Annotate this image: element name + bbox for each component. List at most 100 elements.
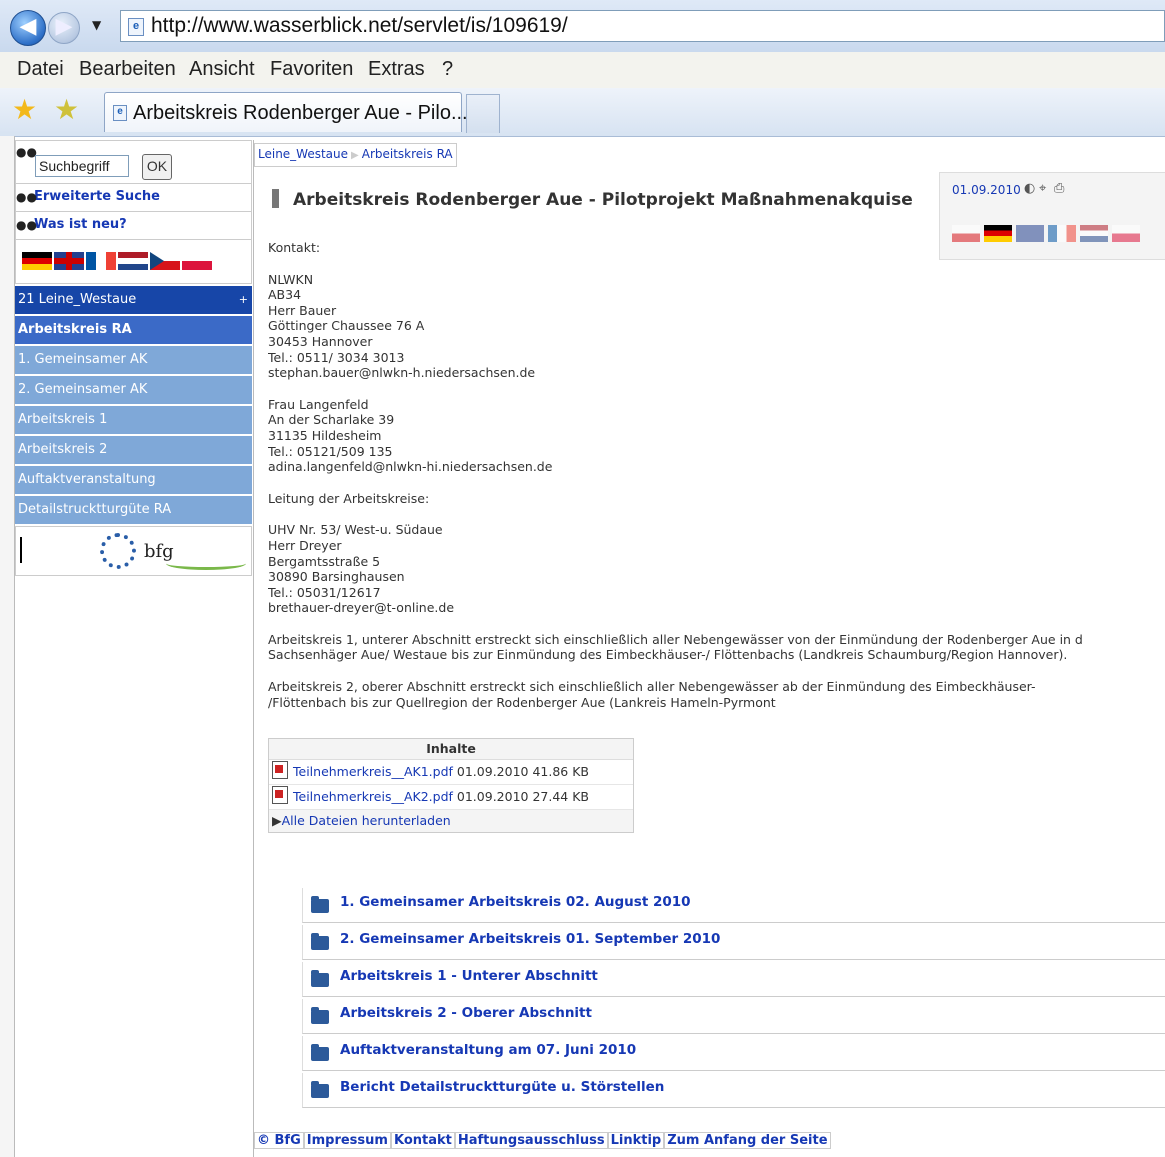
- folder-label: Auftaktveranstaltung am 07. Juni 2010: [340, 1042, 637, 1058]
- file-date: 01.09.2010: [456, 764, 529, 779]
- contact-line: 30890 Barsinghausen: [268, 569, 405, 585]
- left-frame: [0, 136, 15, 1157]
- polish-flag-icon[interactable]: [182, 252, 212, 270]
- browser-tab[interactable]: e Arbeitskreis Rodenberger Aue - Pilo...: [104, 92, 468, 132]
- nav-detailstruckturguete[interactable]: Detailstrucktturgüte RA: [15, 496, 252, 524]
- flussgebiet-logo[interactable]: [100, 533, 136, 569]
- folder-item[interactable]: Arbeitskreis 1 - Unterer Abschnitt: [302, 962, 1165, 997]
- paragraph-line: Sachsenhäger Aue/ Westaue bis zur Einmün…: [268, 647, 1068, 663]
- folder-icon: [311, 933, 329, 950]
- back-button[interactable]: ◀: [10, 10, 46, 46]
- advanced-search-label: Erweiterte Suche: [34, 189, 160, 204]
- file-row: Teilnehmerkreis__AK1.pdf 01.09.2010 41.8…: [269, 760, 633, 785]
- menu-edit[interactable]: Bearbeiten: [79, 58, 176, 81]
- footer-haftung-link[interactable]: Haftungsausschluss: [454, 1132, 608, 1149]
- page-icon: e: [128, 18, 144, 36]
- nav-gemeinsamer-ak-1[interactable]: 1. Gemeinsamer AK: [15, 346, 252, 374]
- contact-line: 30453 Hannover: [268, 333, 373, 349]
- czech-flag-icon[interactable]: [150, 252, 180, 270]
- menu-help[interactable]: ?: [442, 58, 453, 81]
- menu-tools[interactable]: Extras: [368, 58, 425, 81]
- file-size: 41.86 KB: [532, 764, 589, 779]
- search-ok-button[interactable]: OK: [142, 154, 172, 180]
- paragraph-ak2: Arbeitskreis 2, oberer Abschnitt erstrec…: [268, 679, 1165, 710]
- download-all-link[interactable]: Alle Dateien herunterladen: [282, 813, 451, 828]
- folder-item[interactable]: Auftaktveranstaltung am 07. Juni 2010: [302, 1036, 1165, 1071]
- file-link[interactable]: Teilnehmerkreis__AK2.pdf: [293, 789, 453, 804]
- address-bar[interactable]: e http://www.wasserblick.net/servlet/is/…: [120, 10, 1165, 42]
- ministry-logo[interactable]: [20, 537, 92, 563]
- nav-gemeinsamer-ak-2[interactable]: 2. Gemeinsamer AK: [15, 376, 252, 404]
- contact-line: Frau Langenfeld: [268, 396, 369, 412]
- footer-kontakt-link[interactable]: Kontakt: [390, 1132, 455, 1149]
- file-size: 27.44 KB: [532, 789, 589, 804]
- binoculars-icon: ●●: [16, 145, 37, 159]
- advanced-search-link[interactable]: ●● Erweiterte Suche: [15, 184, 252, 212]
- audio-icon[interactable]: ◐: [1024, 181, 1035, 196]
- bookmark-icon[interactable]: ⌖: [1039, 181, 1046, 196]
- page-body: Kontakt: NLWKN AB34 Herr Bauer Göttinger…: [268, 240, 1165, 726]
- pdf-icon: [272, 786, 288, 804]
- add-favorite-star-icon[interactable]: ★: [54, 96, 79, 124]
- dutch-flag-icon[interactable]: [118, 252, 148, 270]
- nav-auftaktveranstaltung[interactable]: Auftaktveranstaltung: [15, 466, 252, 494]
- folder-icon: [311, 970, 329, 987]
- french-flag-icon[interactable]: [86, 252, 116, 270]
- folder-label: 2. Gemeinsamer Arbeitskreis 01. Septembe…: [340, 931, 721, 947]
- folder-icon: [311, 896, 329, 913]
- breadcrumb-arbeitskreis-ra[interactable]: Arbeitskreis RA: [359, 147, 456, 161]
- address-toolbar: ◀ ▶ ▼ e http://www.wasserblick.net/servl…: [0, 0, 1165, 53]
- nav-arbeitskreis-1[interactable]: Arbeitskreis 1: [15, 406, 252, 434]
- menu-favorites[interactable]: Favoriten: [270, 58, 353, 81]
- page-title: Arbeitskreis Rodenberger Aue - Pilotproj…: [272, 189, 913, 210]
- contact-line: Bergamtsstraße 5: [268, 553, 381, 569]
- file-link[interactable]: Teilnehmerkreis__AK1.pdf: [293, 764, 453, 779]
- footer-top-link[interactable]: Zum Anfang der Seite: [664, 1132, 831, 1149]
- files-header: Inhalte: [269, 739, 633, 760]
- url-text: http://www.wasserblick.net/servlet/is/10…: [151, 14, 568, 37]
- contact-email: adina.langenfeld@nlwkn-hi.niedersachsen.…: [268, 459, 553, 475]
- nav-leine-westaue[interactable]: 21 Leine_Westaue +: [15, 286, 252, 314]
- search-input[interactable]: Suchbegriff: [35, 155, 129, 177]
- contact-email: stephan.bauer@nlwkn-h.niedersachsen.de: [268, 365, 536, 381]
- folder-icon: [311, 1081, 329, 1098]
- folder-icon: [311, 1007, 329, 1024]
- bfg-wave-icon: [166, 557, 246, 570]
- search-box: ●● Suchbegriff OK: [15, 140, 252, 184]
- binoculars-icon: ●●: [16, 218, 37, 232]
- print-icon[interactable]: ⎙: [1054, 181, 1064, 196]
- menu-bar: Datei Bearbeiten Ansicht Favoriten Extra…: [0, 52, 1165, 89]
- nav-arbeitskreis-ra[interactable]: Arbeitskreis RA: [15, 316, 252, 344]
- footer-linktip-link[interactable]: Linktip: [607, 1132, 665, 1149]
- contact-dreyer: UHV Nr. 53/ West-u. Südaue Herr Dreyer B…: [268, 522, 1165, 616]
- breadcrumb-separator-icon: ▶: [351, 150, 359, 161]
- breadcrumb-leine-westaue[interactable]: Leine_Westaue: [255, 147, 351, 161]
- contact-nlwkn-bauer: NLWKN AB34 Herr Bauer Göttinger Chaussee…: [268, 272, 1165, 381]
- menu-view[interactable]: Ansicht: [189, 58, 255, 81]
- folder-label: Bericht Detailstrucktturgüte u. Störstel…: [340, 1079, 665, 1095]
- folder-item[interactable]: Bericht Detailstrucktturgüte u. Störstel…: [302, 1073, 1165, 1108]
- german-flag-icon[interactable]: [22, 252, 52, 270]
- contact-line: Tel.: 05121/509 135: [268, 443, 393, 459]
- new-tab-button[interactable]: [466, 94, 500, 133]
- folder-label: Arbeitskreis 2 - Oberer Abschnitt: [340, 1005, 592, 1021]
- sidebar: ●● Suchbegriff OK ●● Erweiterte Suche ●●…: [15, 140, 252, 576]
- page-title-text: Arbeitskreis Rodenberger Aue - Pilotproj…: [293, 190, 913, 210]
- folder-item[interactable]: Arbeitskreis 2 - Oberer Abschnitt: [302, 999, 1165, 1034]
- whats-new-link[interactable]: ●● Was ist neu?: [15, 212, 252, 240]
- footer-bfg-link[interactable]: © BfG: [254, 1132, 304, 1149]
- expand-plus-icon[interactable]: +: [239, 286, 248, 314]
- folder-item[interactable]: 2. Gemeinsamer Arbeitskreis 01. Septembe…: [302, 925, 1165, 960]
- uk-flag-icon[interactable]: [54, 252, 84, 270]
- favorites-star-icon[interactable]: ★: [12, 96, 37, 124]
- folder-item[interactable]: 1. Gemeinsamer Arbeitskreis 02. August 2…: [302, 888, 1165, 923]
- contact-line: Tel.: 0511/ 3034 3013: [268, 349, 405, 365]
- forward-button[interactable]: ▶: [48, 12, 80, 44]
- footer-impressum-link[interactable]: Impressum: [303, 1132, 391, 1149]
- history-dropdown-icon[interactable]: ▼: [92, 18, 101, 32]
- nav-leine-westaue-label: 21 Leine_Westaue: [18, 292, 137, 307]
- nav-arbeitskreis-2[interactable]: Arbeitskreis 2: [15, 436, 252, 464]
- subfolder-list: 1. Gemeinsamer Arbeitskreis 02. August 2…: [302, 888, 1165, 1110]
- contact-line: An der Scharlake 39: [268, 412, 395, 428]
- menu-file[interactable]: Datei: [17, 58, 64, 81]
